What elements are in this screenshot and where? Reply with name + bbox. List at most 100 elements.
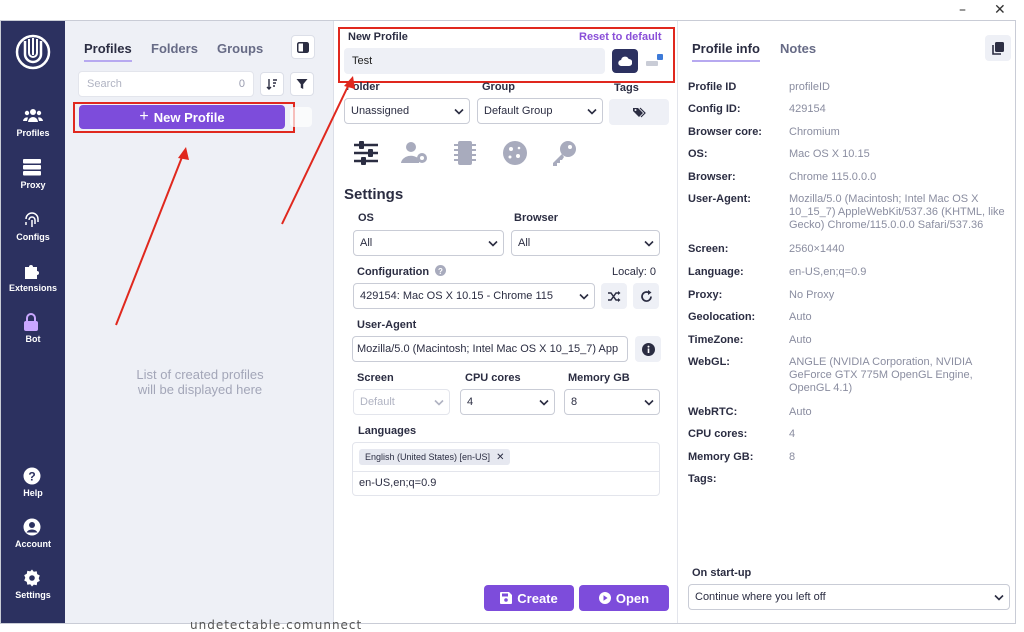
save-icon bbox=[500, 592, 513, 604]
memory-value: 8 bbox=[571, 396, 578, 408]
refresh-config-button[interactable] bbox=[633, 283, 659, 309]
general-settings-tab[interactable] bbox=[352, 139, 380, 167]
screen-select[interactable]: Default bbox=[353, 389, 450, 415]
languages-field[interactable]: English (United States) [en-US] ✕ en-US,e… bbox=[352, 442, 660, 496]
shuffle-config-button[interactable] bbox=[601, 283, 627, 309]
os-select[interactable]: All bbox=[353, 230, 504, 256]
info-key: WebGL: bbox=[688, 356, 730, 368]
open-label: Open bbox=[615, 590, 650, 606]
nav-item-account[interactable]: Account bbox=[1, 518, 65, 549]
lock-icon bbox=[23, 313, 43, 331]
chevron-down-icon bbox=[488, 239, 498, 248]
tab-folders[interactable]: Folders bbox=[151, 41, 198, 56]
chevron-down-icon bbox=[434, 398, 444, 407]
folder-select[interactable]: Unassigned bbox=[344, 98, 470, 124]
info-value: profileID bbox=[789, 81, 830, 93]
nav-label: Help bbox=[23, 488, 43, 498]
nav-item-settings[interactable]: Settings bbox=[1, 569, 65, 600]
remove-chip-icon[interactable]: ✕ bbox=[496, 452, 504, 463]
configuration-label: Configuration bbox=[357, 266, 430, 278]
startup-select[interactable]: Continue where you left off bbox=[688, 584, 1010, 610]
app-window: Profiles Proxy Configs Extensions Bot ? … bbox=[0, 20, 1016, 624]
plus-icon: + bbox=[139, 108, 149, 125]
info-key: Geolocation: bbox=[688, 311, 756, 323]
os-value: All bbox=[360, 237, 373, 249]
filter-button[interactable] bbox=[290, 72, 314, 96]
open-button[interactable]: Open bbox=[579, 585, 669, 611]
cookies-settings-tab[interactable] bbox=[501, 139, 529, 167]
sidebar-toggle-icon bbox=[297, 41, 309, 53]
info-value: Auto bbox=[789, 334, 812, 346]
shuffle-icon bbox=[607, 290, 621, 302]
group-select[interactable]: Default Group bbox=[477, 98, 603, 124]
startup-value: Continue where you left off bbox=[695, 591, 826, 603]
create-label: Create bbox=[517, 590, 558, 606]
info-value: en-US,en;q=0.9 bbox=[789, 266, 867, 278]
tab-notes[interactable]: Notes bbox=[780, 41, 816, 56]
nav-label: Bot bbox=[25, 334, 41, 344]
info-value: Chrome 115.0.0.0 bbox=[789, 171, 877, 183]
nav-item-extensions[interactable]: Extensions bbox=[1, 262, 65, 293]
configuration-select[interactable]: 429154: Mac OS X 10.15 - Chrome 115 bbox=[353, 283, 595, 309]
panel-toggle-button[interactable] bbox=[291, 35, 315, 59]
memory-select[interactable]: 8 bbox=[564, 389, 660, 415]
chevron-down-icon bbox=[644, 398, 654, 407]
profile-search: 0 bbox=[78, 71, 254, 97]
browser-select[interactable]: All bbox=[511, 230, 660, 256]
info-circle-icon: ? bbox=[435, 265, 446, 276]
screen-label: Screen bbox=[357, 372, 394, 384]
cpu-cores-select[interactable]: 4 bbox=[460, 389, 555, 415]
search-input[interactable] bbox=[79, 72, 219, 96]
local-storage-icon[interactable] bbox=[644, 51, 664, 71]
nav-item-help[interactable]: ? Help bbox=[1, 467, 65, 498]
sort-icon bbox=[266, 78, 278, 90]
tab-groups[interactable]: Groups bbox=[217, 41, 263, 56]
profile-name-input[interactable] bbox=[344, 48, 605, 74]
nav-item-bot[interactable]: Bot bbox=[1, 313, 65, 344]
useragent-field[interactable]: Mozilla/5.0 (Macintosh; Intel Mac OS X 1… bbox=[352, 336, 628, 362]
sort-button[interactable] bbox=[260, 72, 284, 96]
nav-label: Extensions bbox=[8, 283, 57, 293]
hardware-settings-tab[interactable] bbox=[452, 139, 480, 167]
question-icon: ? bbox=[23, 467, 43, 485]
info-value: 2560×1440 bbox=[789, 243, 845, 255]
empty-line-2: will be displayed here bbox=[137, 382, 263, 397]
nav-label: Proxy bbox=[20, 180, 46, 190]
info-key: Browser: bbox=[688, 171, 736, 183]
user-gear-icon bbox=[400, 139, 428, 167]
profile-count: 0 bbox=[238, 78, 245, 90]
select-all-toggle[interactable] bbox=[290, 107, 312, 127]
tags-button[interactable] bbox=[609, 99, 669, 125]
info-value: No Proxy bbox=[789, 289, 835, 301]
useragent-info-button[interactable] bbox=[635, 336, 661, 362]
info-value: 429154 bbox=[789, 103, 826, 115]
nav-item-profiles[interactable]: Profiles bbox=[1, 107, 65, 138]
tab-profiles[interactable]: Profiles bbox=[84, 41, 132, 62]
close-button[interactable]: ✕ bbox=[994, 2, 1006, 18]
nav-label: Configs bbox=[16, 232, 50, 242]
nav-item-proxy[interactable]: Proxy bbox=[1, 159, 65, 190]
new-profile-label: New Profile bbox=[153, 109, 225, 125]
cloud-storage-button[interactable] bbox=[612, 49, 638, 73]
microchip-icon bbox=[452, 139, 480, 167]
copy-info-button[interactable] bbox=[985, 35, 1011, 61]
tab-profile-info[interactable]: Profile info bbox=[692, 41, 760, 62]
nav-label: Settings bbox=[15, 590, 51, 600]
chevron-down-icon bbox=[644, 239, 654, 248]
minimize-button[interactable]: – bbox=[959, 2, 966, 18]
folder-value: Unassigned bbox=[351, 105, 410, 117]
user-settings-tab[interactable] bbox=[400, 139, 428, 167]
key-icon bbox=[550, 139, 578, 167]
cut-off-footer-text: undetectable.comunnect bbox=[190, 618, 363, 632]
cloud-icon bbox=[618, 56, 632, 66]
create-button[interactable]: Create bbox=[484, 585, 574, 611]
new-profile-button[interactable]: + New Profile bbox=[79, 105, 285, 129]
useragent-label: User-Agent bbox=[357, 319, 417, 331]
divider bbox=[353, 471, 659, 472]
info-key: TimeZone: bbox=[688, 334, 744, 346]
reset-to-default-link[interactable]: Reset to default bbox=[579, 31, 662, 43]
nav-item-configs[interactable]: Configs bbox=[1, 211, 65, 242]
security-settings-tab[interactable] bbox=[550, 139, 578, 167]
info-key: OS: bbox=[688, 148, 708, 160]
chevron-down-icon bbox=[539, 398, 549, 407]
